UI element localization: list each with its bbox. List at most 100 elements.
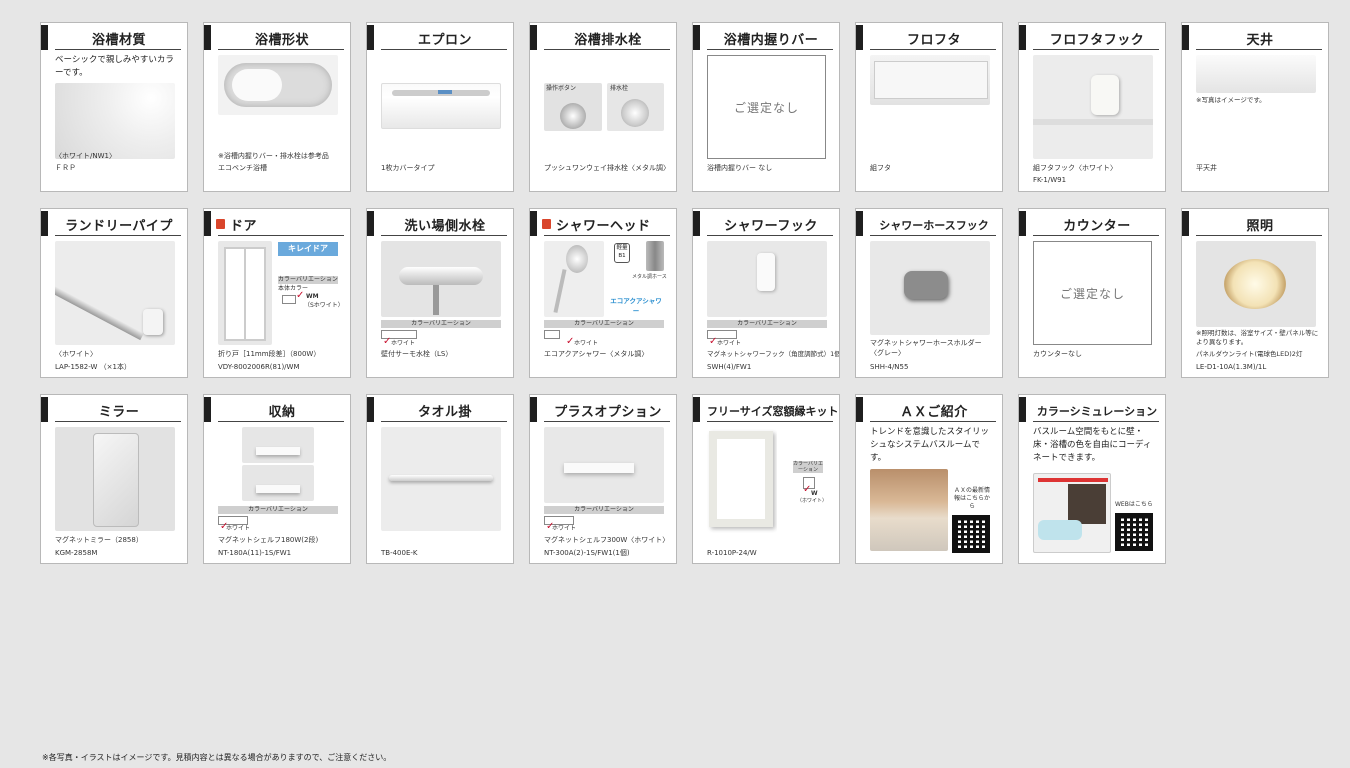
card-caption: エコアクアシャワー〈メタル調〉 (544, 350, 649, 358)
color-variation-bar: カラーバリエーション (707, 320, 827, 328)
towel-bar-photo (381, 427, 501, 531)
card-product-code: LE-D1-10A(1.3M)/1L (1196, 363, 1267, 371)
card-caption: 浴槽内握りバー なし (707, 164, 773, 172)
card-product-code: VDY-8002006R(81)/WM (218, 363, 300, 371)
card-description: トレンドを意識したスタイリッシュなシステムバスルームです。 (870, 427, 990, 463)
card-title: エプロン (417, 33, 472, 48)
kireidoa-logo: キレイドア (278, 242, 338, 256)
color-name: ホワイト (552, 525, 577, 532)
color-variation-bar: カラーバリエーション (544, 506, 664, 514)
footer-note: ※各写真・イラストはイメージです。見積内容とは異なる場合がありますので、ご注意く… (42, 753, 392, 762)
card-title: 浴槽形状 (254, 33, 309, 48)
card-product-code: TB-400E-K (381, 549, 418, 557)
card-product-code: FK-1/W91 (1033, 176, 1067, 184)
card-caption: カウンターなし (1033, 350, 1082, 358)
card-window-frame-kit[interactable]: フリーサイズ窓額縁キット カラーバリエーション ✓ W （ホワイト） R-101… (692, 394, 840, 564)
card-caption: 組フタフック〈ホワイト〉 (1033, 164, 1117, 172)
card-description: ベーシックで親しみやすいカラーです。 (55, 55, 174, 78)
card-title: フロフタ (906, 33, 961, 48)
card-plus-option[interactable]: プラスオプション カラーバリエーション ✓ ホワイト マグネットシェルフ300W… (529, 394, 677, 564)
card-caption: パネルダウンライト(電球色LED)2灯 (1196, 350, 1303, 358)
card-laundry-pipe[interactable]: ランドリーパイプ 〈ホワイト〉 LAP-1582-W （×1本） (40, 208, 188, 378)
card-door[interactable]: ドア キレイドア カラーバリエーション 本体カラー ✓ WM （Sホワイト） 折… (203, 208, 351, 378)
card-product-code: LAP-1582-W （×1本） (55, 363, 131, 371)
card-caption: 折り戸［11mm段差］（800W） (218, 350, 321, 358)
card-title: フリーサイズ窓額縁キット (707, 405, 839, 418)
drain-button-label: 操作ボタン (546, 85, 577, 92)
color-swatch[interactable] (544, 330, 560, 339)
card-title: シャワーホースフック (879, 219, 989, 232)
card-title: フロフタフック (1049, 33, 1145, 48)
card-shower-hose-hook[interactable]: シャワーホースフック マグネットシャワーホースホルダー 〈グレー〉 SHH-4/… (855, 208, 1003, 378)
card-caption: 1枚カバータイプ (381, 164, 435, 172)
window-frame-photo (707, 429, 777, 533)
card-shower-head[interactable]: シャワーヘッド 軽量B1 メタル調ホース エコアクアシャワー カラーバリエーショ… (529, 208, 677, 378)
card-bathtub-shape[interactable]: 浴槽形状 ※浴槽内握りバー・排水栓は参考品 エコベンチ浴槽 (203, 22, 351, 192)
card-product-code: NT-300A(2)-1S/FW1(1個) (544, 549, 630, 557)
shelf-upper-photo (242, 427, 314, 463)
color-name: （Sホワイト） (304, 302, 344, 309)
ceiling-photo (1196, 55, 1316, 93)
qr-label: WEBはこちら (1115, 501, 1153, 508)
lid-hook-photo (1033, 55, 1153, 159)
card-color: 〈グレー〉 (870, 349, 905, 357)
card-product-code: KGM-2858M (55, 549, 98, 557)
card-caption: 〈ホワイト〉 (55, 350, 97, 358)
card-bath-drain[interactable]: 浴槽排水栓 操作ボタン 排水栓 プッシュワンウェイ排水栓〈メタル調〉 (529, 22, 677, 192)
card-towel-bar[interactable]: タオル掛 TB-400E-K (366, 394, 514, 564)
card-bathtub-material[interactable]: 浴槽材質 ベーシックで親しみやすいカラーです。 〈ホワイト/NW1〉 ＦＲＰ (40, 22, 188, 192)
card-note: ※浴槽内握りバー・排水栓は参考品 (218, 152, 329, 160)
shower-hook-photo (707, 241, 827, 317)
card-title: ＡＸご紹介 (900, 405, 968, 420)
color-variation-title: カラーバリエーション (278, 276, 338, 284)
card-wash-faucet[interactable]: 洗い場側水栓 カラーバリエーション ✓ ホワイト 壁付サーモ水栓（LS） (366, 208, 514, 378)
card-ceiling[interactable]: 天井 ※写真はイメージです。 平天井 (1181, 22, 1329, 192)
card-mirror[interactable]: ミラー マグネットミラー（2858） KGM-2858M (40, 394, 188, 564)
card-caption: 平天井 (1196, 164, 1217, 172)
color-code: WM (306, 293, 319, 300)
card-ax-intro[interactable]: ＡＸご紹介 トレンドを意識したスタイリッシュなシステムバスルームです。 ＡＸの最… (855, 394, 1003, 564)
qr-code-icon[interactable] (1115, 513, 1153, 551)
option-grid: 浴槽材質 ベーシックで親しみやすいカラーです。 〈ホワイト/NW1〉 ＦＲＰ 浴… (40, 22, 1330, 564)
metal-hose-label: メタル調ホース (632, 274, 667, 280)
card-product-code: R-1010P-24/W (707, 549, 757, 557)
card-note: ※写真はイメージです。 (1196, 96, 1266, 104)
card-counter[interactable]: カウンター ご選定なし カウンターなし (1018, 208, 1166, 378)
apron-photo (381, 83, 501, 129)
no-selection-box: ご選定なし (707, 55, 826, 159)
checkmark-icon: ✓ (296, 290, 305, 301)
color-swatch[interactable] (282, 295, 296, 304)
card-caption: 組フタ (870, 164, 891, 172)
card-grab-bar[interactable]: 浴槽内握りバー ご選定なし 浴槽内握りバー なし (692, 22, 840, 192)
card-caption: マグネットミラー（2858） (55, 536, 143, 544)
card-shower-hook[interactable]: シャワーフック カラーバリエーション ✓ ホワイト マグネットシャワーフック（角… (692, 208, 840, 378)
card-title: 天井 (1246, 33, 1274, 48)
card-lighting[interactable]: 照明 ※照明灯数は、浴室サイズ・壁パネル等により異なります。 パネルダウンライト… (1181, 208, 1329, 378)
card-storage[interactable]: 収納 カラーバリエーション ✓ ホワイト マグネットシェルフ180W(2段) N… (203, 394, 351, 564)
card-lid-hook[interactable]: フロフタフック 組フタフック〈ホワイト〉 FK-1/W91 (1018, 22, 1166, 192)
no-selection-box: ご選定なし (1033, 241, 1152, 345)
simulation-screenshot (1033, 473, 1111, 553)
card-title: 洗い場側水栓 (404, 219, 486, 234)
qr-code-icon[interactable] (952, 515, 990, 553)
bathtub-material-photo (55, 83, 175, 159)
drain-plug-label: 排水栓 (610, 85, 629, 92)
metal-hose-swatch (646, 241, 664, 271)
card-caption: マグネットシェルフ300W〈ホワイト〉 (544, 536, 670, 544)
shelf-lower-photo (242, 465, 314, 501)
color-variation-bar: カラーバリエーション (544, 320, 664, 328)
card-color-simulation[interactable]: カラーシミュレーション バスルーム空間をもとに壁・床・浴槽の色を自由にコーディネ… (1018, 394, 1166, 564)
card-title: ランドリーパイプ (65, 219, 173, 234)
card-caption: 〈ホワイト/NW1〉 (55, 152, 116, 160)
card-caption: プッシュワンウェイ排水栓〈メタル調〉 (544, 164, 670, 172)
card-title: シャワーフック (724, 219, 818, 234)
color-name: ホワイト (717, 340, 742, 347)
shelf-photo (544, 427, 664, 503)
card-apron[interactable]: エプロン 1枚カバータイプ (366, 22, 514, 192)
card-caption: 壁付サーモ水栓（LS） (381, 350, 453, 358)
card-title: 浴槽材質 (91, 33, 146, 48)
card-note: ※照明灯数は、浴室サイズ・壁パネル等により異なります。 (1196, 329, 1319, 346)
card-bath-lid[interactable]: フロフタ 組フタ (855, 22, 1003, 192)
card-product-code: SWH(4)/FW1 (707, 363, 752, 371)
card-title: シャワーヘッド (556, 219, 651, 234)
